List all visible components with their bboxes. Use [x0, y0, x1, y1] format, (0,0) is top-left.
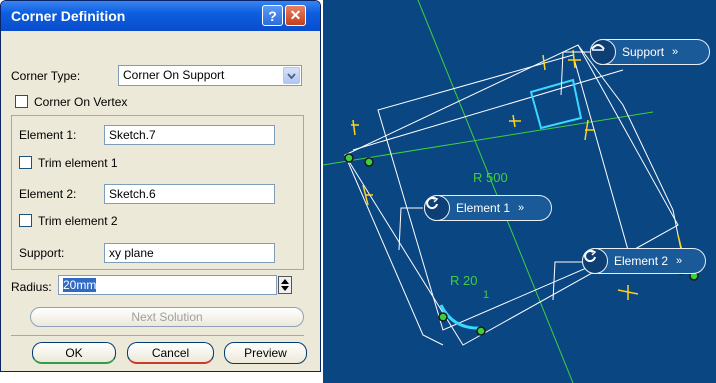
- support-label: Support:: [19, 246, 65, 260]
- cancel-button[interactable]: Cancel: [127, 342, 214, 364]
- element2-label: Element 2:: [19, 187, 77, 201]
- support-highlight: [529, 78, 583, 130]
- element1-callout[interactable]: Element 1 »: [424, 195, 552, 221]
- radius-spinner[interactable]: [278, 276, 292, 294]
- radius-small-label: R 20: [450, 273, 477, 288]
- radius-value: 20mm: [63, 278, 97, 292]
- cancel-label: Cancel: [151, 345, 190, 360]
- close-button[interactable]: ✕: [285, 5, 306, 26]
- spin-arrows-icon: [281, 279, 289, 291]
- preview-label: Preview: [244, 346, 287, 360]
- radius-field[interactable]: 20mm: [58, 275, 277, 295]
- ok-button[interactable]: OK: [32, 342, 116, 364]
- element1-label: Element 1:: [19, 128, 77, 142]
- element1-curve: [344, 154, 444, 346]
- rotate-icon: [424, 195, 450, 221]
- next-solution-button[interactable]: Next Solution: [30, 307, 304, 327]
- corner-type-label: Corner Type:: [11, 69, 81, 83]
- guide-line-horizontal: [323, 111, 654, 166]
- element1-callout-label: Element 1: [456, 201, 511, 215]
- rotate-icon: [582, 248, 608, 274]
- corner-on-vertex-checkbox[interactable]: [15, 95, 28, 108]
- corner-type-select[interactable]: Corner On Support: [118, 65, 302, 86]
- dialog-title: Corner Definition: [11, 8, 126, 24]
- next-solution-label: Next Solution: [131, 310, 203, 324]
- element2-curve: [577, 44, 684, 261]
- chevron-right-icon: »: [518, 202, 525, 214]
- radius-small-tag: 1: [483, 289, 489, 301]
- button-separator: [11, 335, 304, 336]
- support-callout-label: Support: [622, 45, 665, 59]
- endpoint-markers: [344, 153, 699, 336]
- trim-element1-checkbox[interactable]: [19, 156, 32, 169]
- element2-callout-label: Element 2: [614, 254, 669, 268]
- chevron-right-icon: »: [672, 46, 679, 58]
- corner-on-vertex-label: Corner On Vertex: [34, 95, 128, 109]
- corner-definition-dialog: Corner Definition ? ✕ Corner Type: Corne…: [0, 0, 321, 372]
- chevron-right-icon: »: [676, 255, 683, 267]
- trim-element2-label: Trim element 2: [38, 214, 118, 228]
- trim-element1-label: Trim element 1: [38, 156, 118, 170]
- corner-wireframe-outer: [377, 54, 629, 331]
- corner-type-value: Corner On Support: [123, 68, 225, 82]
- element2-field[interactable]: Sketch.6: [104, 184, 275, 204]
- 3d-viewport[interactable]: R 500 R 20 1 Support » Element 1 » Eleme…: [323, 0, 716, 383]
- support-field[interactable]: xy plane: [104, 243, 275, 263]
- chevron-down-icon[interactable]: [283, 67, 300, 84]
- support-value: xy plane: [109, 246, 154, 260]
- radius-label: Radius:: [11, 280, 52, 294]
- element1-field[interactable]: Sketch.7: [104, 125, 275, 145]
- support-callout[interactable]: Support »: [590, 39, 710, 65]
- dialog-titlebar[interactable]: Corner Definition ? ✕: [1, 1, 320, 31]
- element2-callout[interactable]: Element 2 »: [582, 248, 706, 274]
- preview-button[interactable]: Preview: [224, 342, 307, 364]
- ok-label: OK: [65, 345, 83, 360]
- help-button[interactable]: ?: [262, 5, 283, 26]
- element1-value: Sketch.7: [109, 128, 156, 142]
- support-icon: [590, 39, 616, 65]
- element2-value: Sketch.6: [109, 187, 156, 201]
- trim-element2-checkbox[interactable]: [19, 214, 32, 227]
- radius-large-label: R 500: [473, 170, 508, 185]
